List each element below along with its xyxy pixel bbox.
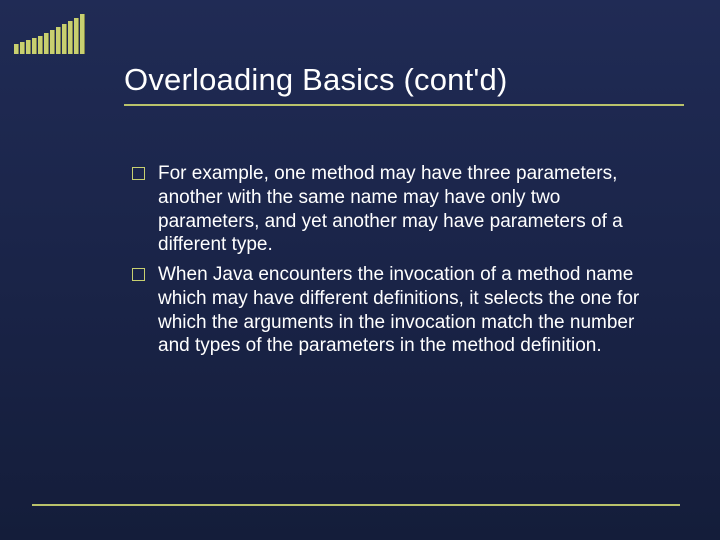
decor-bar	[14, 44, 19, 54]
bullet-item: When Java encounters the invocation of a…	[132, 263, 660, 358]
decor-bar	[50, 30, 55, 54]
bullet-list: For example, one method may have three p…	[124, 162, 660, 358]
decor-bar	[62, 24, 67, 54]
decor-bar	[38, 36, 43, 54]
decor-bar	[56, 27, 61, 54]
title-underline	[124, 104, 684, 106]
decor-bar	[44, 33, 49, 54]
decor-bar	[20, 42, 25, 54]
footer-rule	[32, 504, 680, 506]
decor-bar	[80, 14, 85, 54]
decor-bar	[26, 40, 31, 54]
decor-bar	[68, 21, 73, 54]
decor-bar	[32, 38, 37, 54]
slide-content: Overloading Basics (cont'd) For example,…	[124, 62, 660, 480]
corner-bars-decoration	[14, 14, 85, 54]
bullet-item: For example, one method may have three p…	[132, 162, 660, 257]
decor-bar	[74, 18, 79, 54]
slide-title: Overloading Basics (cont'd)	[124, 62, 660, 98]
